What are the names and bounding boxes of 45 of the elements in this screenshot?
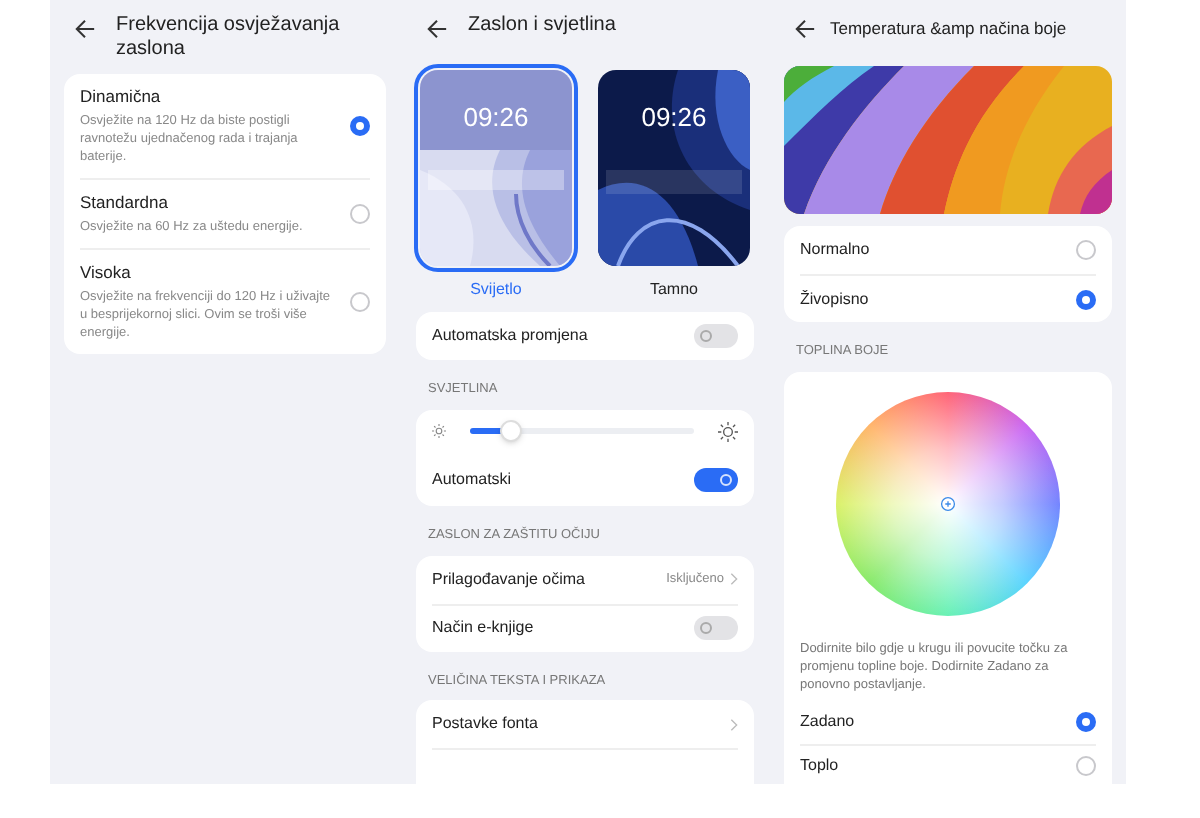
slider-thumb[interactable] — [500, 420, 523, 443]
chevron-icon — [730, 717, 738, 732]
setting-row[interactable]: Način e-knjige — [432, 603, 738, 651]
radio-button[interactable] — [1076, 289, 1096, 309]
option-row[interactable]: Normalno — [800, 226, 1096, 274]
radio-button[interactable] — [1076, 711, 1096, 732]
clock-time: 09:26 — [639, 102, 709, 132]
toggle-switch[interactable] — [694, 324, 738, 348]
clock-time: 09:26 — [461, 102, 531, 132]
brightness-high-icon — [718, 421, 738, 442]
option-title: Standardna — [80, 192, 170, 214]
setting-label: Automatski — [432, 467, 512, 492]
radio-button[interactable] — [1076, 240, 1096, 260]
toggle-switch[interactable] — [694, 467, 738, 492]
screen-title: Temperatura &amp načina boje — [830, 16, 1067, 42]
setting-label: Postavke fonta — [432, 712, 538, 737]
back-icon[interactable] — [794, 18, 816, 40]
theme-label: Svijetlo — [470, 278, 522, 302]
option-row[interactable]: Zadano — [800, 699, 1096, 744]
setting-label: Način e-knjige — [432, 616, 534, 640]
toggle-switch[interactable] — [694, 616, 738, 640]
radio-button[interactable] — [350, 116, 370, 136]
option-row[interactable]: Toplo — [800, 743, 1096, 788]
radio-button[interactable] — [1076, 756, 1096, 777]
brightness-low-icon — [432, 424, 446, 439]
option-title: Zadano — [800, 709, 855, 734]
screen-title: Zaslon i svjetlina — [468, 14, 616, 38]
theme-preview[interactable]: 09:26 — [598, 70, 750, 266]
setting-label: Automatska promjena — [432, 324, 588, 348]
theme-label: Tamno — [649, 278, 698, 302]
screen-title: Frekvencija osvježavanja zaslona — [116, 14, 342, 62]
option-title: Dinamična — [80, 86, 163, 108]
option-title: Živopisno — [800, 287, 869, 311]
setting-label: Prilagođavanje očima — [432, 567, 585, 591]
option-row[interactable]: Živopisno — [800, 274, 1096, 322]
radio-button[interactable] — [350, 204, 370, 224]
radio-button[interactable] — [350, 292, 370, 312]
back-icon[interactable] — [74, 18, 96, 40]
setting-row[interactable]: Postavke fonta — [432, 700, 738, 749]
back-icon[interactable] — [426, 18, 448, 40]
chevron-icon — [730, 572, 738, 586]
option-title: Normalno — [800, 238, 870, 262]
option-title: Visoka — [80, 262, 133, 284]
option-title: Toplo — [800, 754, 839, 779]
target-icon[interactable] — [940, 495, 956, 512]
